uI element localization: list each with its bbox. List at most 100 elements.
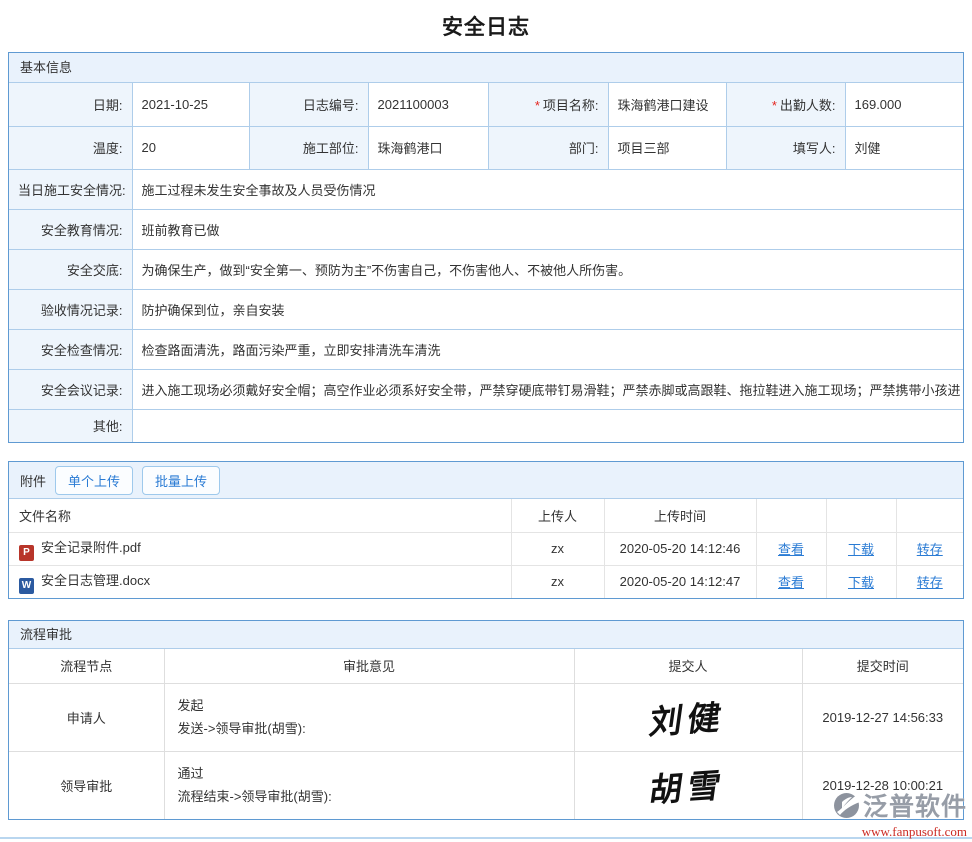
- page-title: 安全日志: [0, 0, 972, 52]
- signature-image: 刘健: [647, 690, 730, 744]
- brand-name: 泛普软件: [863, 787, 967, 823]
- file-name-cell: P 安全记录附件.pdf: [9, 532, 511, 565]
- page-bottom-divider: [0, 837, 972, 839]
- approval-opinion-cell: 发起 发送->领导审批(胡雪):: [164, 683, 574, 751]
- table-row: 安全检查情况: 检查路面清洗，路面污染严重，立即安排清洗车清洗: [9, 329, 963, 369]
- acceptance-record-label: 验收情况记录:: [9, 289, 132, 329]
- table-row: 安全教育情况: 班前教育已做: [9, 209, 963, 249]
- table-row: 安全交底: 为确保生产，做到“安全第一、预防为主”不伤害自己，不伤害他人、不被他…: [9, 249, 963, 289]
- safety-inspection-value: 检查路面清洗，路面污染严重，立即安排清洗车清洗: [132, 329, 963, 369]
- opinion-line: 通过: [178, 762, 561, 785]
- save-as-link[interactable]: 转存: [917, 575, 943, 590]
- acceptance-record-value: 防护确保到位，亲自安装: [132, 289, 963, 329]
- submitter-signature-cell: 胡雪: [574, 751, 802, 819]
- table-row: 温度: 20 施工部位: 珠海鹤港口 部门: 项目三部 填写人: 刘健: [9, 126, 963, 169]
- view-link[interactable]: 查看: [778, 542, 804, 557]
- brand-watermark: 泛普软件 www.fanpusoft.com: [833, 787, 967, 840]
- approval-section: 流程审批 流程节点 审批意见 提交人 提交时间 申请人 发起 发送->领导审批(…: [8, 620, 964, 820]
- upload-time-cell: 2020-05-20 14:12:47: [604, 565, 756, 598]
- uploader-cell: zx: [511, 565, 604, 598]
- table-row: 日期: 2021-10-25 日志编号: 2021100003 *项目名称: 珠…: [9, 83, 963, 126]
- file-name-cell: W 安全日志管理.docx: [9, 565, 511, 598]
- batch-upload-button[interactable]: 批量上传: [142, 466, 220, 495]
- approval-opinion-header: 审批意见: [164, 649, 574, 683]
- uploader-cell: zx: [511, 532, 604, 565]
- uploader-header: 上传人: [511, 499, 604, 532]
- signature-image: 胡雪: [647, 758, 730, 812]
- download-link[interactable]: 下载: [848, 542, 874, 557]
- opinion-line: 流程结束->领导审批(胡雪):: [178, 785, 561, 808]
- approval-table: 流程节点 审批意见 提交人 提交时间 申请人 发起 发送->领导审批(胡雪): …: [9, 649, 963, 819]
- temperature-label: 温度:: [9, 126, 132, 169]
- upload-time-header: 上传时间: [604, 499, 756, 532]
- action-col-header: [896, 499, 963, 532]
- attachments-table: 文件名称 上传人 上传时间 P 安全记录附件.pdf zx 2020-05-20 …: [9, 499, 963, 598]
- table-row: 其他:: [9, 409, 963, 442]
- brand-url: www.fanpusoft.com: [833, 824, 967, 840]
- attachments-section-title: 附件: [20, 471, 46, 490]
- table-header-row: 流程节点 审批意见 提交人 提交时间: [9, 649, 963, 683]
- action-col-header: [826, 499, 896, 532]
- safety-meeting-value: 进入施工现场必须戴好安全帽；高空作业必须系好安全带，严禁穿硬底带钉易滑鞋；严禁赤…: [132, 369, 963, 409]
- temperature-value: 20: [132, 126, 249, 169]
- attendance-label: *出勤人数:: [726, 83, 845, 126]
- other-value: [132, 409, 963, 442]
- department-value: 项目三部: [608, 126, 726, 169]
- attendance-value: 169.000: [845, 83, 963, 126]
- approval-section-title: 流程审批: [9, 621, 963, 649]
- table-header-row: 文件名称 上传人 上传时间: [9, 499, 963, 532]
- submitter-header: 提交人: [574, 649, 802, 683]
- daily-safety-value: 施工过程未发生安全事故及人员受伤情况: [132, 169, 963, 209]
- action-col-header: [756, 499, 826, 532]
- writer-label: 填写人:: [726, 126, 845, 169]
- submit-time-header: 提交时间: [802, 649, 963, 683]
- table-row: P 安全记录附件.pdf zx 2020-05-20 14:12:46 查看 下载…: [9, 532, 963, 565]
- date-label: 日期:: [9, 83, 132, 126]
- table-row: 领导审批 通过 流程结束->领导审批(胡雪): 胡雪 2019-12-28 10…: [9, 751, 963, 819]
- other-label: 其他:: [9, 409, 132, 442]
- safety-disclosure-value: 为确保生产，做到“安全第一、预防为主”不伤害自己，不伤害他人、不被他人所伤害。: [132, 249, 963, 289]
- table-row: 申请人 发起 发送->领导审批(胡雪): 刘健 2019-12-27 14:56…: [9, 683, 963, 751]
- flow-node-cell: 领导审批: [9, 751, 164, 819]
- table-row: 当日施工安全情况: 施工过程未发生安全事故及人员受伤情况: [9, 169, 963, 209]
- writer-value: 刘健: [845, 126, 963, 169]
- project-name-value: 珠海鹤港口建设: [608, 83, 726, 126]
- required-marker: *: [772, 98, 777, 113]
- construction-part-value: 珠海鹤港口: [368, 126, 488, 169]
- opinion-line: 发起: [178, 694, 561, 717]
- submit-time-cell: 2019-12-27 14:56:33: [802, 683, 963, 751]
- attachments-section: 附件 单个上传 批量上传 文件名称 上传人 上传时间 P 安全记录附件.pdf z…: [8, 461, 964, 599]
- basic-info-table: 日期: 2021-10-25 日志编号: 2021100003 *项目名称: 珠…: [9, 83, 963, 442]
- pdf-file-icon: P: [19, 545, 34, 561]
- fanpu-logo-icon: [833, 792, 860, 819]
- word-file-icon: W: [19, 578, 34, 594]
- required-marker: *: [535, 98, 540, 113]
- file-name: 安全记录附件.pdf: [41, 540, 141, 555]
- basic-info-section: 基本信息 日期: 2021-10-25 日志编号: 2021100003 *项目…: [8, 52, 964, 443]
- basic-info-section-title: 基本信息: [9, 53, 963, 83]
- project-name-label-text: 项目名称:: [543, 98, 599, 113]
- opinion-line: 发送->领导审批(胡雪):: [178, 717, 561, 740]
- table-row: 安全会议记录: 进入施工现场必须戴好安全帽；高空作业必须系好安全带，严禁穿硬底带…: [9, 369, 963, 409]
- view-link[interactable]: 查看: [778, 575, 804, 590]
- department-label: 部门:: [488, 126, 608, 169]
- log-number-value: 2021100003: [368, 83, 488, 126]
- safety-education-label: 安全教育情况:: [9, 209, 132, 249]
- safety-inspection-label: 安全检查情况:: [9, 329, 132, 369]
- submitter-signature-cell: 刘健: [574, 683, 802, 751]
- download-link[interactable]: 下载: [848, 575, 874, 590]
- upload-time-cell: 2020-05-20 14:12:46: [604, 532, 756, 565]
- attachments-header: 附件 单个上传 批量上传: [9, 462, 963, 499]
- flow-node-header: 流程节点: [9, 649, 164, 683]
- safety-meeting-label: 安全会议记录:: [9, 369, 132, 409]
- file-name-header: 文件名称: [9, 499, 511, 532]
- save-as-link[interactable]: 转存: [917, 542, 943, 557]
- daily-safety-label: 当日施工安全情况:: [9, 169, 132, 209]
- flow-node-cell: 申请人: [9, 683, 164, 751]
- file-name: 安全日志管理.docx: [41, 573, 150, 588]
- single-upload-button[interactable]: 单个上传: [55, 466, 133, 495]
- safety-education-value: 班前教育已做: [132, 209, 963, 249]
- project-name-label: *项目名称:: [488, 83, 608, 126]
- approval-opinion-cell: 通过 流程结束->领导审批(胡雪):: [164, 751, 574, 819]
- attendance-label-text: 出勤人数:: [780, 98, 836, 113]
